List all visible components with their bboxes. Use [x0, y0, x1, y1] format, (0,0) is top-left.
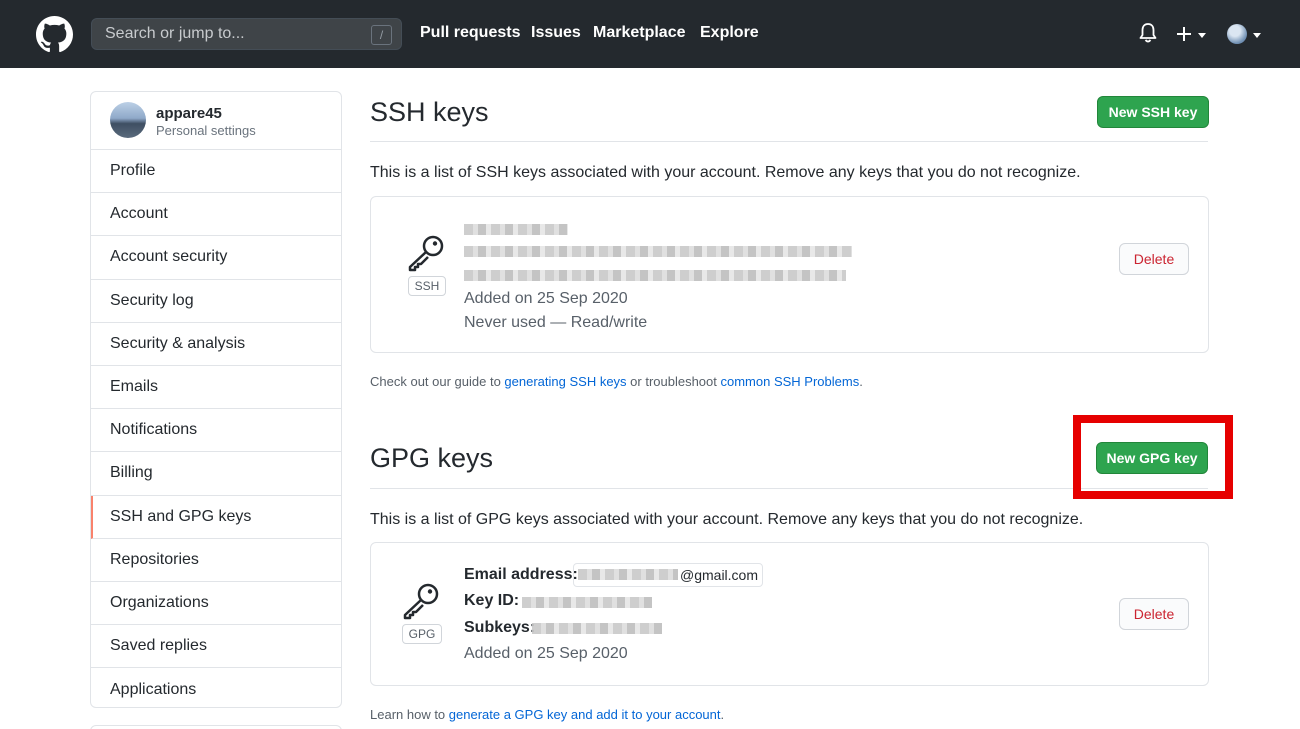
ssh-help-text: Check out our guide to generating SSH ke… — [370, 374, 863, 389]
github-logo-icon[interactable] — [36, 16, 73, 53]
ssh-help-suffix: . — [859, 374, 863, 389]
annotation-highlight-box — [1073, 415, 1233, 499]
gpg-help-suffix: . — [720, 707, 725, 722]
sidebar-item-profile[interactable]: Profile — [91, 150, 341, 194]
sidebar-item-ssh-gpg-keys[interactable]: SSH and GPG keys — [91, 495, 341, 539]
new-ssh-key-button[interactable]: New SSH key — [1097, 96, 1209, 128]
sidebar-item-repositories[interactable]: Repositories — [91, 539, 341, 582]
gpg-key-added-date: Added on 25 Sep 2020 — [464, 645, 628, 662]
sidebar-item-organizations[interactable]: Organizations — [91, 582, 341, 626]
generating-ssh-keys-link[interactable]: generating SSH keys — [504, 374, 626, 389]
ssh-key-usage: Never used — Read/write — [464, 314, 648, 331]
nav-marketplace[interactable]: Marketplace — [593, 24, 686, 42]
ssh-key-added-date: Added on 25 Sep 2020 — [464, 290, 628, 307]
common-ssh-problems-link[interactable]: common SSH Problems — [721, 374, 860, 389]
ssh-key-delete-button[interactable]: Delete — [1119, 243, 1189, 275]
gpg-subkeys-label: Subkeys: — [464, 619, 536, 636]
ssh-key-title-redacted — [464, 224, 568, 235]
sidebar-username[interactable]: appare45 — [156, 105, 222, 122]
gpg-help-prefix: Learn how to — [370, 707, 449, 722]
generate-gpg-key-link[interactable]: generate a GPG key and add it to your ac… — [449, 707, 721, 722]
sidebar-subtitle: Personal settings — [156, 123, 256, 138]
gpg-email-redacted — [578, 569, 678, 580]
create-new-plus-icon[interactable] — [1176, 26, 1192, 42]
gpg-email-domain: @gmail.com — [680, 567, 759, 583]
ssh-divider — [370, 141, 1208, 142]
gpg-keyid-redacted — [522, 597, 652, 608]
gpg-key-card — [370, 542, 1209, 686]
sidebar-item-account-security[interactable]: Account security — [91, 236, 341, 280]
nav-explore[interactable]: Explore — [700, 24, 759, 42]
gpg-key-icon — [403, 583, 439, 620]
ssh-section-title: SSH keys — [370, 97, 489, 127]
ssh-description: This is a list of SSH keys associated wi… — [370, 164, 1081, 181]
gpg-section-title: GPG keys — [370, 443, 494, 473]
ssh-fingerprint-redacted — [464, 246, 852, 257]
nav-pull-requests[interactable]: Pull requests — [420, 24, 520, 42]
sidebar-item-security-log[interactable]: Security log — [91, 280, 341, 323]
gpg-keyid-label: Key ID: — [464, 592, 520, 609]
search-shortcut-hint: / — [371, 25, 392, 45]
ssh-help-middle: or troubleshoot — [626, 374, 721, 389]
gpg-key-delete-button[interactable]: Delete — [1119, 598, 1189, 630]
gpg-email-label: Email address: — [464, 566, 578, 583]
nav-issues[interactable]: Issues — [531, 24, 581, 42]
gpg-description: This is a list of GPG keys associated wi… — [370, 511, 1084, 528]
sidebar-item-saved-replies[interactable]: Saved replies — [91, 625, 341, 669]
ssh-key-icon — [408, 235, 444, 272]
ssh-key-type-label: SSH — [408, 276, 446, 296]
settings-sidebar: appare45 Personal settings Profile Accou… — [90, 91, 342, 708]
sidebar-item-security-analysis[interactable]: Security & analysis — [91, 323, 341, 366]
sidebar-user-header: appare45 Personal settings — [91, 92, 341, 150]
sidebar-item-account[interactable]: Account — [91, 193, 341, 237]
user-avatar-menu[interactable] — [1227, 24, 1247, 44]
sidebar-item-notifications[interactable]: Notifications — [91, 409, 341, 453]
sidebar-item-billing[interactable]: Billing — [91, 452, 341, 496]
top-header: / Pull requests Issues Marketplace Explo… — [0, 0, 1300, 68]
search-box[interactable]: / — [91, 18, 402, 50]
gpg-help-text: Learn how to generate a GPG key and add … — [370, 707, 724, 722]
create-dropdown-caret-icon[interactable] — [1198, 33, 1206, 38]
sidebar-item-emails[interactable]: Emails — [91, 366, 341, 410]
sidebar-item-applications[interactable]: Applications — [91, 668, 341, 707]
ssh-fingerprint-redacted-2 — [464, 270, 846, 281]
search-input[interactable] — [92, 25, 352, 43]
gpg-key-type-label: GPG — [402, 624, 442, 644]
gpg-subkeys-redacted — [532, 623, 662, 634]
user-menu-caret-icon[interactable] — [1253, 33, 1261, 38]
sidebar-avatar[interactable] — [110, 102, 146, 138]
ssh-help-prefix: Check out our guide to — [370, 374, 505, 389]
sidebar-secondary-panel — [90, 725, 342, 729]
notifications-bell-icon[interactable] — [1139, 22, 1157, 44]
